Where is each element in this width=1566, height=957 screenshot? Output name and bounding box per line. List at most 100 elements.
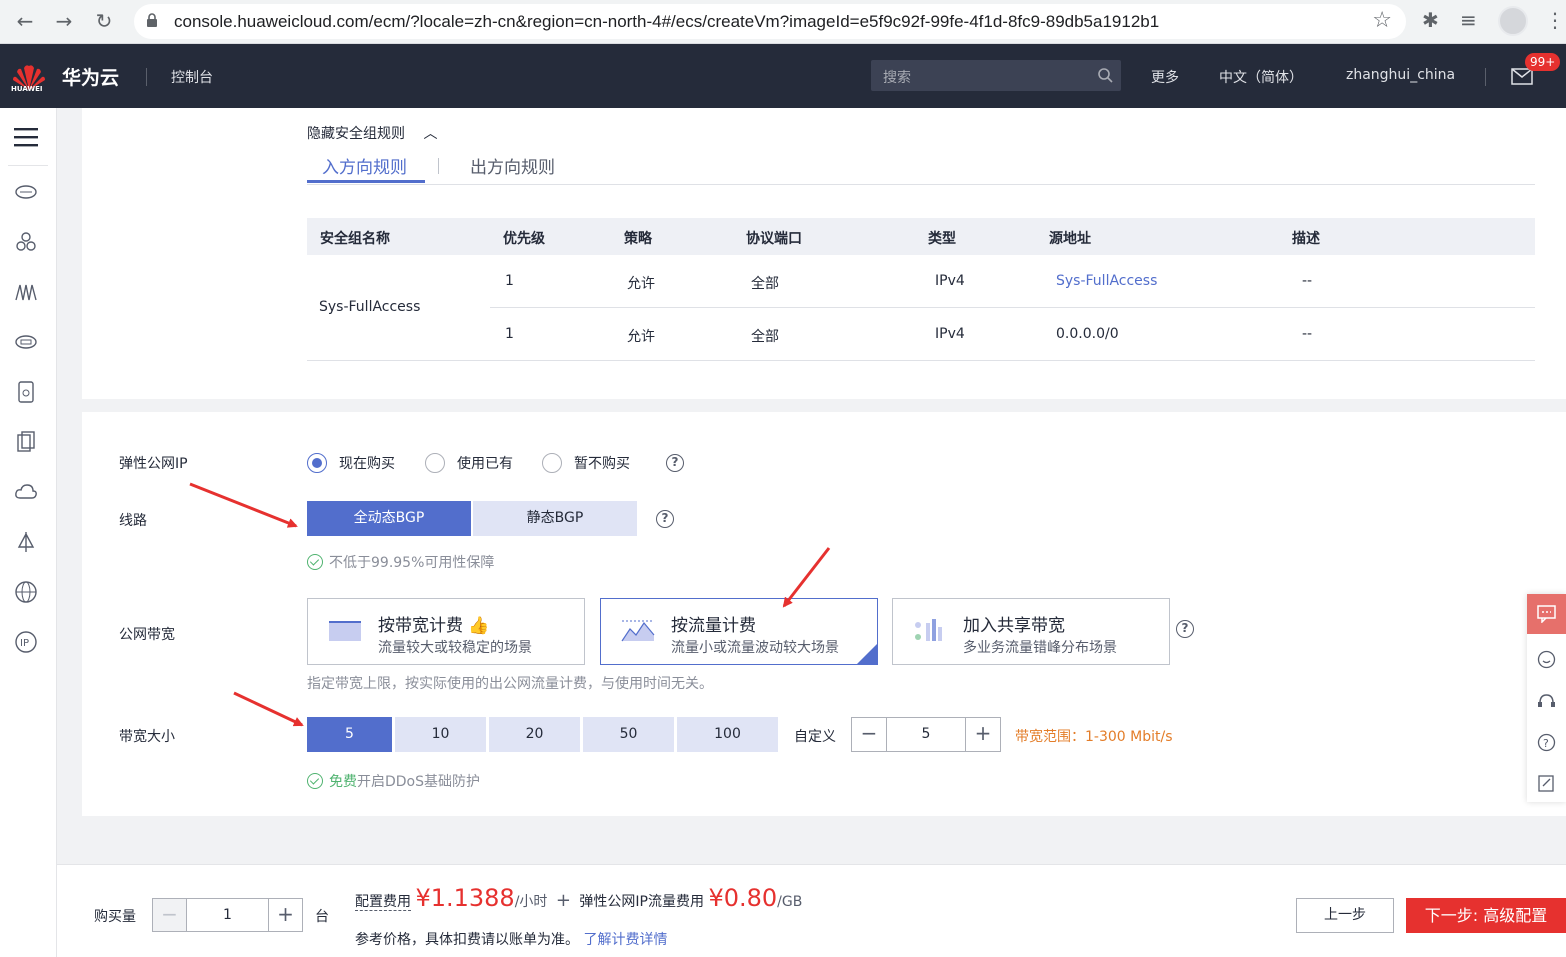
eip-label: 弹性公网IP [119, 456, 188, 472]
browser-menu-icon[interactable]: ⋮ [1545, 8, 1565, 32]
bandwidth-increment-button[interactable]: + [965, 718, 1000, 751]
reload-icon[interactable]: ↻ [89, 6, 119, 36]
language-switch[interactable]: 中文（简体） [1219, 67, 1303, 87]
traffic-chart-icon [621, 620, 655, 642]
bandwidth-help-icon[interactable]: ? [1176, 620, 1194, 638]
ddos-note-text: 开启DDoS基础防护 [357, 774, 481, 790]
billing-details-link[interactable]: 了解计费详情 [583, 932, 667, 948]
question-icon[interactable]: ? [1537, 733, 1556, 752]
chat-icon [1537, 605, 1556, 623]
billing-by-bandwidth-card[interactable]: 按带宽计费 👍 流量较大或较稳定的场景 [307, 598, 585, 665]
feedback-button[interactable] [1527, 594, 1566, 634]
left-sidebar: IP [0, 108, 57, 957]
bandwidth-value-input[interactable]: 5 [887, 726, 965, 742]
hide-rules-toggle[interactable]: 隐藏安全组规则 ︿ [307, 123, 437, 143]
billing-by-traffic-card[interactable]: 按流量计费 流量小或流量波动较大场景 [600, 598, 878, 665]
lock-icon [147, 13, 157, 27]
backup-icon[interactable] [14, 430, 38, 454]
reference-price-note: 参考价格，具体扣费请以账单为准。 了解计费详情 [355, 929, 667, 949]
search-input[interactable]: 搜索 [871, 60, 1121, 91]
more-menu[interactable]: 更多 [1151, 67, 1179, 87]
svg-text:?: ? [1543, 737, 1549, 750]
shared-bandwidth-card[interactable]: 加入共享带宽 多业务流量错峰分布场景 [892, 598, 1170, 665]
brand-name[interactable]: 华为云 [62, 63, 119, 90]
availability-note-text: 不低于99.95%可用性保障 [329, 555, 495, 571]
tab-outbound-rules[interactable]: 出方向规则 [470, 153, 555, 178]
address-bar[interactable]: console.huaweicloud.com/ecm/?locale=zh-c… [134, 4, 1406, 39]
bandwidth-decrement-button[interactable]: − [852, 718, 887, 751]
row1-port: 全部 [751, 276, 779, 292]
mail-icon[interactable] [1511, 68, 1533, 85]
col-source: 源地址 [1049, 231, 1091, 247]
reading-list-icon[interactable]: ≡ [1460, 8, 1477, 32]
eip-fee-value: ¥0.80 [708, 884, 778, 912]
billing-hint: 指定带宽上限，按实际使用的出公网流量计费，与使用时间无关。 [307, 676, 713, 692]
billing-by-bandwidth-desc: 流量较大或较稳定的场景 [378, 640, 532, 656]
ddos-free-tag: 免费 [329, 774, 357, 790]
radio-buy-now[interactable] [307, 453, 327, 473]
radio-use-existing[interactable] [425, 453, 445, 473]
forward-icon[interactable]: → [49, 6, 79, 36]
config-fee-label[interactable]: 配置费用 [355, 894, 411, 911]
row1-source-link[interactable]: Sys-FullAccess [1056, 273, 1157, 289]
user-menu[interactable]: zhanghui_china [1346, 67, 1455, 83]
floating-toolbar: ? [1527, 594, 1566, 802]
eip-fee-label: 弹性公网IP流量费用 [579, 894, 704, 910]
row1-type: IPv4 [935, 273, 965, 289]
radio-use-existing-label[interactable]: 使用已有 [457, 453, 513, 473]
check-circle-icon [307, 554, 323, 570]
headset-icon[interactable] [1537, 692, 1556, 711]
eip-help-icon[interactable]: ? [666, 454, 684, 472]
line-help-icon[interactable]: ? [656, 510, 674, 528]
console-link[interactable]: 控制台 [171, 67, 213, 87]
bandwidth-option-10[interactable]: 10 [395, 717, 486, 752]
tab-inbound-rules[interactable]: 入方向规则 [322, 153, 407, 178]
cluster-icon[interactable] [14, 230, 38, 254]
back-icon[interactable]: ← [10, 6, 40, 36]
top-header: HUAWEI 华为云 控制台 搜索 更多 中文（简体） zhanghui_chi… [0, 44, 1566, 108]
bookmark-star-icon[interactable]: ☆ [1372, 8, 1392, 33]
radio-not-buy-label[interactable]: 暂不购买 [574, 453, 630, 473]
storage-icon[interactable] [14, 330, 38, 354]
eip-icon[interactable]: IP [14, 630, 38, 654]
bandwidth-option-100[interactable]: 100 [677, 717, 778, 752]
bandwidth-option-20[interactable]: 20 [489, 717, 580, 752]
cloud-icon[interactable] [14, 480, 38, 504]
availability-note: 不低于99.95%可用性保障 [307, 552, 494, 572]
extensions-icon[interactable]: ✱ [1422, 8, 1439, 32]
sail-icon[interactable] [14, 530, 38, 554]
ecs-icon[interactable] [14, 180, 38, 204]
quantity-input[interactable]: 1 [187, 907, 268, 923]
line-dynamic-bgp-button[interactable]: 全动态BGP [307, 501, 471, 536]
quantity-label: 购买量 [94, 909, 136, 925]
radio-not-buy[interactable] [542, 453, 562, 473]
next-step-button[interactable]: 下一步: 高级配置 [1406, 898, 1566, 933]
billing-by-traffic-title: 按流量计费 [671, 616, 756, 636]
check-circle-icon [307, 773, 323, 789]
bandwidth-option-5[interactable]: 5 [307, 717, 392, 752]
menu-hamburger-icon[interactable] [14, 127, 38, 147]
url-text[interactable]: console.huaweicloud.com/ecm/?locale=zh-c… [174, 12, 1159, 32]
row2-desc: -- [1302, 326, 1313, 342]
header-divider [146, 68, 147, 86]
quantity-decrement-button[interactable]: − [153, 899, 187, 931]
config-fee-unit: /小时 [514, 894, 548, 910]
quantity-increment-button[interactable]: + [268, 899, 302, 931]
monitor-wave-icon[interactable] [14, 280, 38, 304]
selected-check-icon [857, 644, 877, 664]
sidebar-divider [8, 165, 48, 166]
bandwidth-option-50[interactable]: 50 [583, 717, 674, 752]
smiley-icon[interactable] [1537, 650, 1556, 669]
row2-priority: 1 [505, 326, 514, 342]
line-static-bgp-button[interactable]: 静态BGP [473, 501, 637, 536]
search-icon[interactable] [1097, 67, 1113, 83]
disk-icon[interactable] [14, 380, 38, 404]
radio-buy-now-label[interactable]: 现在购买 [339, 453, 395, 473]
globe-icon[interactable] [14, 580, 38, 604]
edit-note-icon[interactable] [1537, 774, 1556, 793]
previous-step-button[interactable]: 上一步 [1296, 898, 1394, 933]
profile-avatar[interactable] [1498, 6, 1528, 36]
active-tab-indicator [307, 180, 425, 183]
mail-badge: 99+ [1525, 53, 1561, 71]
browser-chrome: ← → ↻ console.huaweicloud.com/ecm/?local… [0, 0, 1566, 44]
